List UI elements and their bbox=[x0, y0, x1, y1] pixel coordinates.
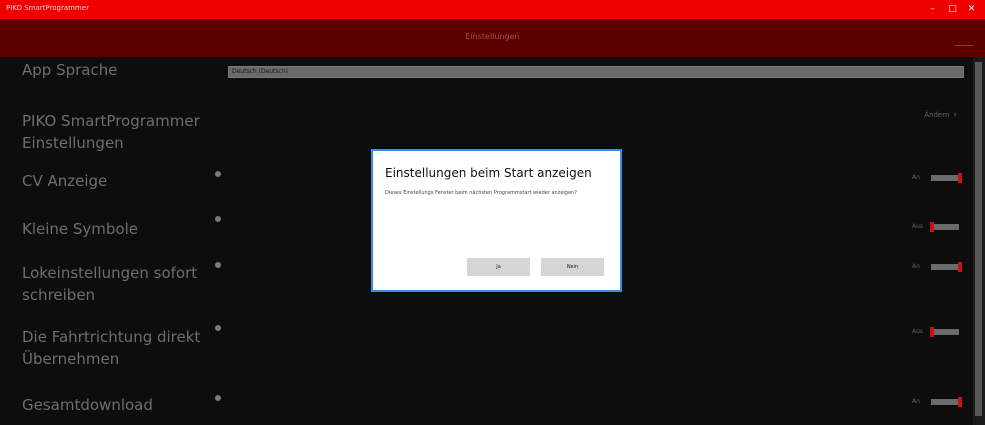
language-select[interactable]: Deutsch (Deutsch) bbox=[228, 66, 964, 78]
change-settings-label: Ändern bbox=[924, 111, 950, 119]
dialog-title: Einstellungen beim Start anzeigen bbox=[385, 166, 592, 180]
toggle-state-text: An bbox=[912, 263, 920, 270]
maximize-icon[interactable]: □ bbox=[945, 2, 960, 16]
scrollbar-thumb[interactable] bbox=[975, 62, 982, 416]
toggle-state-text: Aus bbox=[912, 223, 924, 230]
no-button[interactable]: Nein bbox=[541, 258, 604, 276]
page-header: Einstellungen bbox=[0, 19, 985, 57]
toggle-track bbox=[931, 329, 959, 335]
toggle-state-text: An bbox=[912, 398, 920, 405]
info-dot-icon bbox=[215, 395, 221, 401]
toggle-track bbox=[931, 175, 959, 181]
close-icon[interactable]: ✕ bbox=[964, 2, 979, 16]
toggle-thumb[interactable] bbox=[958, 173, 962, 183]
toggle-track bbox=[931, 224, 959, 230]
loco-write-toggle[interactable]: An bbox=[912, 262, 962, 272]
full-download-label: Gesamtdownload bbox=[22, 396, 153, 414]
page-title: Einstellungen bbox=[465, 32, 520, 41]
hamburger-icon[interactable] bbox=[955, 45, 973, 50]
small-icons-toggle[interactable]: Aus bbox=[912, 222, 962, 232]
toggle-thumb[interactable] bbox=[958, 397, 962, 407]
loco-write-label-line2: schreiben bbox=[22, 286, 96, 304]
language-select-value: Deutsch (Deutsch) bbox=[232, 68, 288, 75]
small-icons-label: Kleine Symbole bbox=[22, 220, 139, 238]
toggle-thumb[interactable] bbox=[958, 262, 962, 272]
smart-settings-label-line1: PIKO SmartProgrammer bbox=[22, 112, 200, 130]
toggle-state-text: Aus bbox=[912, 328, 924, 335]
direction-toggle[interactable]: Aus bbox=[912, 327, 962, 337]
minimize-icon[interactable]: – bbox=[925, 2, 940, 16]
toggle-state-text: An bbox=[912, 174, 920, 181]
chevron-right-icon: › bbox=[953, 110, 957, 120]
direction-label-line2: Übernehmen bbox=[22, 350, 120, 368]
toggle-thumb[interactable] bbox=[930, 222, 934, 232]
cv-display-label: CV Anzeige bbox=[22, 172, 108, 190]
change-settings-link[interactable]: Ändern › bbox=[924, 110, 957, 120]
window-title: PIKO SmartProgrammer bbox=[6, 4, 89, 12]
startup-settings-dialog: Einstellungen beim Start anzeigen Dieses… bbox=[371, 149, 622, 292]
window-titlebar: PIKO SmartProgrammer – □ ✕ bbox=[0, 0, 985, 19]
full-download-toggle[interactable]: An bbox=[912, 397, 962, 407]
smart-settings-label-line2: Einstellungen bbox=[22, 134, 124, 152]
info-dot-icon bbox=[215, 325, 221, 331]
dialog-message: Dieses Einstellungs Fenster beim nächste… bbox=[385, 190, 577, 196]
cv-display-toggle[interactable]: An bbox=[912, 173, 962, 183]
app-language-label: App Sprache bbox=[22, 61, 118, 79]
info-dot-icon bbox=[215, 216, 221, 222]
toggle-track bbox=[931, 264, 959, 270]
info-dot-icon bbox=[215, 262, 221, 268]
direction-label-line1: Die Fahrtrichtung direkt bbox=[22, 328, 201, 346]
toggle-thumb[interactable] bbox=[930, 327, 934, 337]
info-dot-icon bbox=[215, 171, 221, 177]
toggle-track bbox=[931, 399, 959, 405]
yes-button[interactable]: Ja bbox=[467, 258, 530, 276]
loco-write-label-line1: Lokeinstellungen sofort bbox=[22, 264, 198, 282]
